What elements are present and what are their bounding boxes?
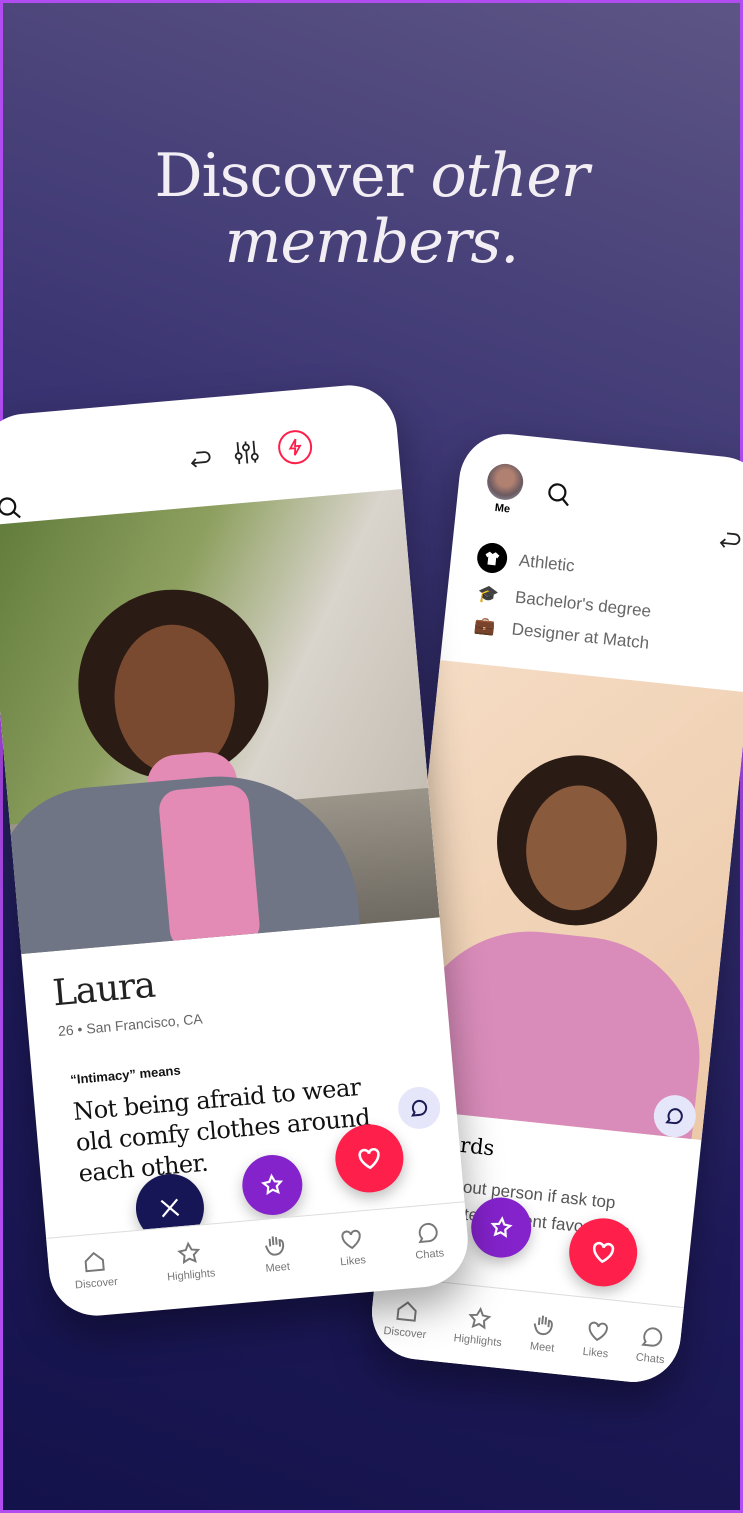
search-icon[interactable] [545, 480, 574, 509]
tab-label: Chats [414, 1247, 445, 1262]
bottom-tab-bar: Discover Highlights Meet Likes Chats [367, 1274, 684, 1387]
tab-chats[interactable]: Chats [412, 1218, 445, 1262]
tab-label: Highlights [166, 1267, 216, 1284]
chat-icon [640, 1327, 663, 1347]
me-avatar[interactable]: Me [484, 462, 525, 516]
attribute-list: Athletic 🎓 Bachelor's degree 💼 Designer at… [468, 541, 658, 665]
shirt-icon [475, 541, 509, 575]
tab-likes[interactable]: Likes [582, 1317, 612, 1360]
headline-line1: Discover [154, 141, 431, 211]
wave-icon [533, 1315, 554, 1336]
tab-discover[interactable]: Discover [383, 1296, 430, 1341]
heart-icon [341, 1229, 361, 1250]
tab-label: Highlights [453, 1332, 503, 1350]
headline-italic: other [430, 141, 589, 211]
star-icon [177, 1241, 201, 1265]
tab-highlights[interactable]: Highlights [164, 1238, 216, 1283]
tab-label: Discover [74, 1275, 119, 1292]
tab-label: Discover [382, 1324, 427, 1342]
profile-details: 26 • San Francisco, CA [57, 1010, 204, 1040]
attribute-job: 💼 Designer at Match [469, 615, 650, 654]
tab-chats[interactable]: Chats [635, 1323, 668, 1367]
chat-icon [418, 1222, 438, 1244]
tab-likes[interactable]: Likes [337, 1225, 366, 1268]
headline-line2: members. [224, 207, 520, 277]
briefcase-icon: 💼 [473, 615, 497, 637]
heart-icon [588, 1321, 608, 1341]
undo-icon[interactable] [188, 447, 214, 471]
tab-label: Chats [635, 1351, 666, 1367]
left-phone: Laura 26 • San Francisco, CA “Intimacy” … [0, 381, 472, 1320]
home-icon [396, 1301, 417, 1322]
attribute-label: Bachelor's degree [514, 587, 652, 621]
filters-icon[interactable] [232, 437, 260, 467]
wave-icon [265, 1236, 285, 1256]
close-icon [160, 1198, 180, 1218]
attribute-label: Designer at Match [510, 619, 651, 653]
boost-button[interactable] [276, 428, 314, 466]
attribute-label: Athletic [518, 550, 576, 576]
tab-label: Meet [529, 1340, 555, 1355]
star-icon [468, 1306, 492, 1330]
tab-discover[interactable]: Discover [72, 1247, 118, 1292]
headline: Discover other members. [3, 143, 740, 275]
tab-label: Meet [265, 1260, 291, 1275]
tab-meet[interactable]: Meet [262, 1232, 291, 1275]
prompt-label: “Intimacy” means [69, 1062, 182, 1088]
profile-name: Laura [51, 964, 157, 1015]
tab-highlights[interactable]: Highlights [453, 1303, 505, 1349]
heart-icon [358, 1147, 380, 1170]
attribute-education: 🎓 Bachelor's degree [472, 583, 653, 622]
tab-label: Likes [339, 1254, 367, 1269]
me-label: Me [494, 501, 511, 516]
profile-photo[interactable] [0, 489, 440, 954]
star-icon [260, 1173, 284, 1196]
home-icon [84, 1251, 106, 1273]
tab-meet[interactable]: Meet [529, 1311, 559, 1355]
comment-button[interactable] [396, 1085, 442, 1131]
search-icon[interactable] [0, 494, 23, 522]
graduation-cap-icon: 🎓 [476, 583, 500, 605]
lightning-icon [288, 438, 302, 456]
tab-label: Likes [582, 1345, 609, 1361]
attribute-body-type: Athletic [475, 541, 658, 590]
undo-icon[interactable] [717, 529, 743, 553]
